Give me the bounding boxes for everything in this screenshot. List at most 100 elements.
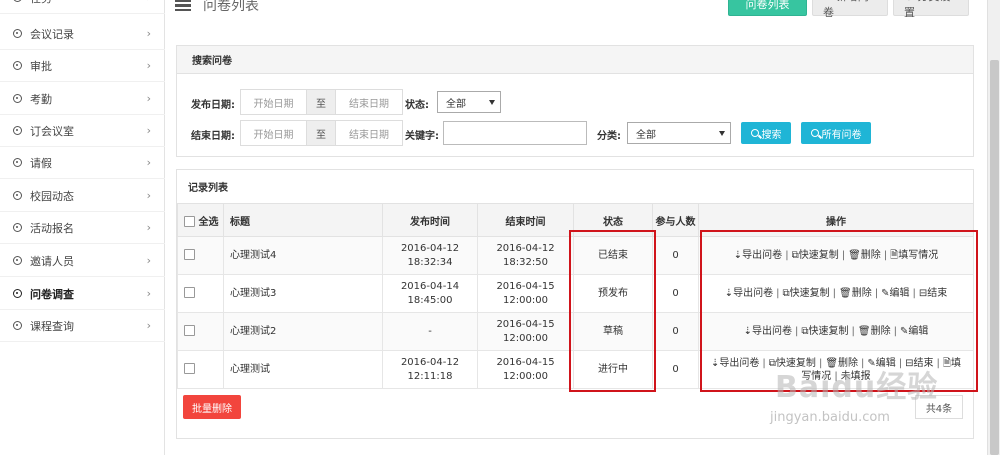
all-surveys-button[interactable]: 所有问卷: [801, 122, 871, 144]
chevron-down-icon: [489, 100, 495, 105]
end-date-label: 结束日期:: [191, 131, 235, 142]
publish-start-date-input[interactable]: 开始日期: [240, 89, 307, 115]
sidebar-item-label: 问卷调查: [30, 287, 74, 301]
row-checkbox[interactable]: [184, 363, 195, 374]
sidebar-item-label: 请假: [30, 156, 52, 170]
row-action[interactable]: 🗎填: [943, 358, 961, 369]
radio-dot-icon: [13, 256, 22, 265]
status-select-value: 全部: [446, 98, 466, 110]
scrollbar-thumb[interactable]: [990, 60, 999, 455]
row-checkbox[interactable]: [184, 249, 195, 260]
sidebar-item[interactable]: 课程查询 ›: [0, 310, 165, 342]
sidebar-item[interactable]: 考勤 ›: [0, 83, 165, 115]
sidebar-item[interactable]: 问卷调查 ›: [0, 278, 165, 310]
end-clock: 12:00:00: [503, 294, 548, 306]
radio-dot-icon: [13, 158, 22, 167]
category-select[interactable]: 全部: [627, 122, 731, 144]
select-all-label: 全选: [198, 216, 219, 228]
row-select-cell[interactable]: [177, 312, 224, 351]
select-all-checkbox[interactable]: [184, 216, 195, 227]
row-title: 心理测试: [223, 350, 383, 389]
row-end-time: 2016-04-15 12:00:00: [477, 312, 574, 351]
row-action[interactable]: 🗑删除: [825, 358, 858, 369]
actions-line: ⇣导出问卷 | ⧉快速复制 | 🗑删除 | ✎编辑: [699, 325, 973, 338]
select-all-header[interactable]: 全选: [177, 203, 224, 237]
row-action[interactable]: ⧉快速复制: [769, 358, 816, 369]
row-action[interactable]: ✎编辑: [881, 288, 909, 299]
sidebar-item[interactable]: 邀请人员 ›: [0, 245, 165, 277]
row-action[interactable]: ⇣导出问卷: [744, 326, 792, 337]
end-date: 2016-04-15: [496, 318, 555, 330]
row-select-cell[interactable]: [177, 274, 224, 313]
row-action[interactable]: 写情况: [801, 371, 831, 382]
sidebar-item[interactable]: 请假 ›: [0, 147, 165, 179]
row-action[interactable]: ⧉快速复制: [792, 250, 839, 261]
row-action[interactable]: ⇣导出问卷: [711, 358, 759, 369]
category-settings-button[interactable]: ⚙ 分类设置: [893, 0, 969, 19]
publish-clock: 18:32:34: [407, 256, 453, 268]
radio-dot-icon: [13, 321, 22, 330]
row-action[interactable]: ⧉快速复制: [801, 326, 848, 337]
row-action[interactable]: ⊟结束: [905, 358, 933, 369]
separator: |: [861, 357, 865, 369]
sidebar-item[interactable]: 审批 ›: [0, 50, 165, 82]
keyword-input[interactable]: [443, 121, 587, 145]
sidebar: 任务›会议记录›审批›考勤›订会议室›请假›校园动态›活动报名›邀请人员›问卷调…: [0, 0, 165, 455]
sidebar-item-label: 考勤: [30, 92, 52, 106]
row-action[interactable]: 🗎填写情况: [890, 250, 938, 261]
table-row: 心理测试3 2016-04-14 18:45:00 2016-04-15 12:00:0…: [177, 274, 974, 313]
row-actions: ⇣导出问卷 | ⧉快速复制 | 🗑删除 | ✎编辑 | ⊟结束 | 🗎填 写情况 | 未填报: [698, 350, 974, 389]
row-action[interactable]: ✎编辑: [900, 326, 928, 337]
radio-dot-icon: [13, 61, 22, 70]
row-action[interactable]: 🗑删除: [848, 250, 881, 261]
add-survey-button[interactable]: ✚ 新增问卷: [812, 0, 888, 19]
row-actions: ⇣导出问卷 | ⧉快速复制 | 🗑删除 | ✎编辑: [698, 312, 974, 351]
sidebar-item[interactable]: 活动报名 ›: [0, 212, 165, 244]
end-clock: 12:00:00: [503, 370, 548, 382]
sidebar-item[interactable]: 订会议室 ›: [0, 115, 165, 147]
row-action[interactable]: 🗑删除: [858, 326, 891, 337]
survey-list-button[interactable]: 问卷列表: [728, 0, 807, 16]
row-checkbox[interactable]: [184, 287, 195, 298]
row-action[interactable]: 🗑删除: [839, 288, 872, 299]
row-action[interactable]: ✎编辑: [867, 358, 895, 369]
sidebar-item[interactable]: 校园动态 ›: [0, 180, 165, 212]
actions-line: ⇣导出问卷 | ⧉快速复制 | 🗑删除 | 🗎填写情况: [699, 249, 973, 262]
publish-date: 2016-04-12: [400, 242, 460, 254]
end-end-date-input[interactable]: 结束日期: [335, 120, 403, 146]
table-header-row: 全选 标题 发布时间 结束时间 状态 参与人数 操作: [177, 203, 974, 237]
batch-delete-button[interactable]: 批量删除: [183, 395, 241, 419]
row-action[interactable]: ⇣导出问卷: [734, 250, 782, 261]
end-start-date-input[interactable]: 开始日期: [240, 120, 307, 146]
sidebar-item[interactable]: 任务 ›: [0, 0, 165, 14]
row-select-cell[interactable]: [177, 350, 224, 389]
row-action[interactable]: ⊟结束: [919, 288, 947, 299]
separator: |: [832, 288, 837, 299]
row-status: 已结束: [573, 236, 653, 275]
row-title: 心理测试4: [223, 236, 383, 275]
publish-end-date-input[interactable]: 结束日期: [335, 89, 403, 115]
row-title: 心理测试2: [223, 312, 383, 351]
row-action[interactable]: ⇣导出问卷: [725, 288, 773, 299]
chevron-right-icon: ›: [146, 287, 151, 300]
separator: |: [795, 326, 799, 337]
status-select[interactable]: 全部: [437, 91, 501, 113]
row-select-cell[interactable]: [177, 236, 224, 275]
row-action[interactable]: ⧉快速复制: [783, 288, 830, 299]
publish-time-column-header: 发布时间: [382, 203, 478, 237]
row-publish-time: 2016-04-14 18:45:00: [382, 274, 478, 313]
row-publish-time: 2016-04-12 12:11:18: [382, 350, 478, 389]
row-title: 心理测试3: [223, 274, 383, 313]
chevron-right-icon: ›: [146, 189, 151, 202]
search-button[interactable]: 搜索: [741, 122, 791, 144]
page-scrollbar[interactable]: [987, 0, 1000, 455]
separator: |: [785, 250, 789, 261]
row-checkbox[interactable]: [184, 325, 195, 336]
sidebar-item[interactable]: 会议记录 ›: [0, 18, 165, 50]
table-row: 心理测试4 2016-04-12 18:32:34 2016-04-12 18:32:5…: [177, 236, 974, 275]
sidebar-item-label: 会议记录: [30, 27, 74, 41]
publish-date-to: 至: [307, 89, 335, 115]
separator: |: [762, 357, 766, 369]
end-date: 2016-04-15: [496, 280, 555, 292]
row-action[interactable]: 未填报: [841, 371, 871, 382]
